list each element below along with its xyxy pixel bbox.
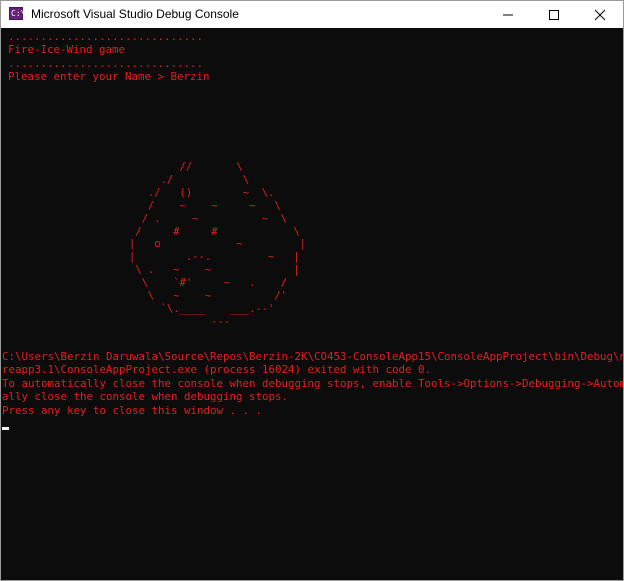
ascii-art-line: `\.____ ___.--' (110, 302, 275, 315)
app-icon-label: C:\ (11, 9, 26, 18)
ascii-art-line: | o ~ | (110, 238, 306, 251)
auto-close-hint-line: ally close the console when debugging st… (2, 390, 289, 404)
visual-studio-console-icon: C:\ (9, 7, 26, 20)
ascii-art-line: \ . ~ ~ | (110, 264, 300, 277)
ascii-art-line: / . ~ ~ \ (110, 212, 288, 225)
close-icon (594, 9, 606, 21)
maximize-icon (549, 10, 559, 20)
ascii-art-line: --- (110, 315, 231, 328)
exit-message: C:\Users\Berzin Daruwala\Source\Repos\Be… (2, 350, 624, 417)
game-output: .............................. Fire-Ice-… (8, 30, 210, 84)
separator-line: .............................. (8, 30, 204, 43)
game-title-line: Fire-Ice-Wind game (8, 43, 126, 57)
ascii-art-line: ./ \ (110, 173, 250, 186)
ascii-art: // \ ./ \ ./ () ~ \. / ~ ~ ~ \ / . ~ ~ \… (110, 161, 306, 329)
press-any-key-line: Press any key to close this window . . . (2, 403, 263, 417)
text-cursor (2, 427, 9, 430)
maximize-button[interactable] (531, 1, 577, 28)
ascii-art-line: / # # \ (110, 225, 300, 238)
console-output[interactable]: .............................. Fire-Ice-… (1, 28, 623, 580)
close-button[interactable] (577, 1, 623, 28)
name-prompt-line: Please enter your Name > Berzin (8, 70, 210, 84)
separator-line: .............................. (8, 56, 204, 70)
exe-path-line: C:\Users\Berzin Daruwala\Source\Repos\Be… (2, 350, 624, 363)
auto-close-hint-line: To automatically close the console when … (2, 376, 624, 390)
ascii-art-line: / ~ ~ ~ \ (110, 199, 281, 212)
ascii-art-line: // \ (110, 161, 243, 173)
minimize-button[interactable] (485, 1, 531, 28)
ascii-art-line: ./ () ~ \. (110, 186, 275, 199)
ascii-art-line: | .--. ~ | (110, 251, 300, 264)
minimize-icon (503, 14, 513, 16)
ascii-art-line: \ `#' ~ . / (110, 277, 288, 290)
ascii-art-line: \ ~ ~ /' (110, 290, 288, 303)
title-bar[interactable]: C:\ Microsoft Visual Studio Debug Consol… (1, 1, 623, 28)
window-title: Microsoft Visual Studio Debug Console (31, 7, 239, 21)
exit-code-line: reapp3.1\ConsoleAppProject.exe (process … (2, 363, 432, 377)
debug-console-window: C:\ Microsoft Visual Studio Debug Consol… (0, 0, 624, 581)
